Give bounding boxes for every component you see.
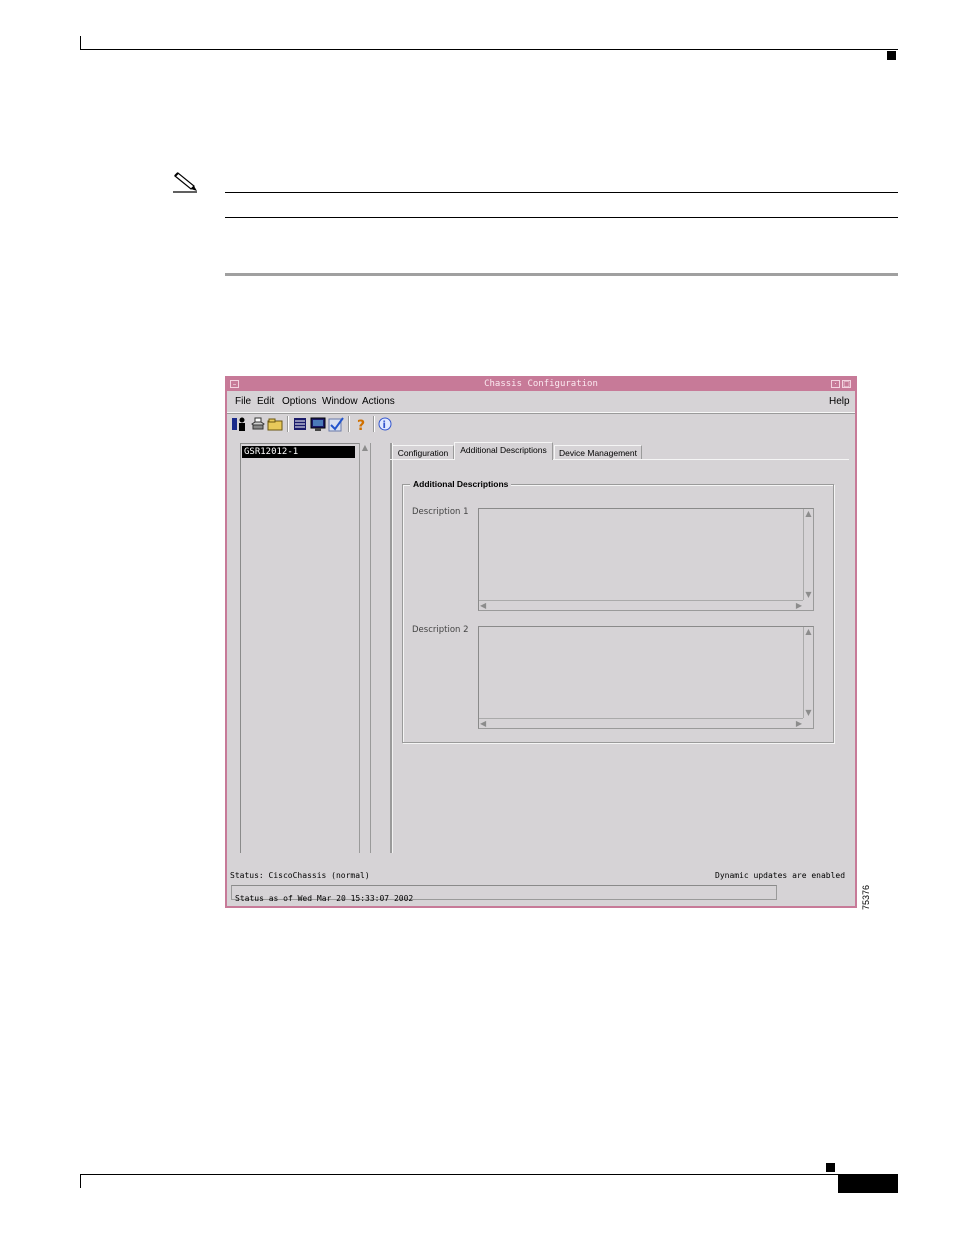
monitor-icon[interactable] [310, 416, 326, 432]
tree-item-selected[interactable]: GSR12012-1 [242, 446, 355, 458]
header-rule-tick [80, 36, 81, 50]
minimize-icon[interactable]: · [831, 380, 840, 388]
status-timestamp-field: Status as of Wed Mar 20 15:33:07 2002 [231, 885, 777, 903]
menu-options[interactable]: Options [282, 395, 316, 409]
scroll-left-icon[interactable]: ◀ [480, 601, 486, 611]
menu-separator [227, 412, 855, 414]
description2-field[interactable]: ▲ ▼ ◀ ▶ [478, 626, 814, 729]
note-rule-top [225, 192, 898, 193]
header-rule [80, 49, 898, 50]
menu-bar: File Edit Options Window Actions Help [227, 392, 855, 412]
footer-page-block [838, 1175, 898, 1193]
menu-window[interactable]: Window [322, 395, 358, 409]
scroll-down-icon[interactable]: ▼ [804, 708, 813, 718]
scroll-up-icon[interactable]: ▲ [804, 509, 813, 519]
group-title: Additional Descriptions [410, 478, 512, 490]
description1-hscroll[interactable]: ◀ ▶ [479, 600, 803, 610]
step-rule [225, 273, 898, 276]
scroll-down-icon[interactable]: ▼ [804, 590, 813, 600]
tab-configuration[interactable]: Configuration [392, 445, 454, 459]
question-icon[interactable]: ? [353, 416, 369, 432]
list-icon[interactable] [292, 416, 308, 432]
status-state: Status: CiscoChassis (normal) [230, 871, 370, 880]
tree-scrollbar[interactable]: ▲ [359, 443, 371, 853]
description1-field[interactable]: ▲ ▼ ◀ ▶ [478, 508, 814, 611]
svg-text:?: ? [357, 418, 365, 432]
note-rule-bottom [225, 217, 898, 218]
chassis-tree[interactable] [240, 443, 359, 853]
description1-label: Description 1 [412, 507, 469, 517]
menu-actions[interactable]: Actions [362, 395, 395, 409]
printer-icon[interactable] [250, 416, 266, 432]
tab-additional-descriptions[interactable]: Additional Descriptions [454, 442, 553, 460]
header-marker [887, 51, 896, 60]
footer-rule-tick [80, 1175, 81, 1188]
info-icon[interactable]: i [377, 416, 393, 432]
status-timestamp: Status as of Wed Mar 20 15:33:07 2002 [235, 894, 414, 903]
window-title: Chassis Configuration [484, 379, 598, 389]
folder-icon[interactable] [267, 416, 283, 432]
checkmark-icon[interactable] [328, 416, 344, 432]
toolbar-separator [348, 416, 350, 432]
menu-help[interactable]: Help [829, 395, 850, 409]
note-pencil-icon [173, 172, 197, 193]
figure-id: 75376 [861, 876, 871, 910]
scroll-left-icon[interactable]: ◀ [480, 719, 486, 729]
footer-rule [80, 1174, 898, 1175]
toolbar-separator [287, 416, 289, 432]
maximize-icon[interactable]: □ [842, 380, 851, 388]
tab-device-management[interactable]: Device Management [554, 445, 642, 459]
footer-marker [826, 1163, 835, 1172]
description1-vscroll[interactable]: ▲ ▼ [803, 509, 813, 600]
scroll-right-icon[interactable]: ▶ [796, 719, 802, 729]
scroll-up-icon[interactable]: ▲ [804, 627, 813, 637]
description2-hscroll[interactable]: ◀ ▶ [479, 718, 803, 728]
menu-edit[interactable]: Edit [257, 395, 274, 409]
description2-vscroll[interactable]: ▲ ▼ [803, 627, 813, 718]
scroll-right-icon[interactable]: ▶ [796, 601, 802, 611]
menu-file[interactable]: File [235, 395, 251, 409]
figure-id-text: 75376 [861, 884, 871, 910]
toolbar-separator [373, 416, 375, 432]
svg-text:i: i [383, 420, 386, 431]
chassis-configuration-window: – Chassis Configuration · □ File Edit Op… [225, 376, 857, 908]
description2-label: Description 2 [412, 625, 469, 635]
scroll-up-icon[interactable]: ▲ [360, 443, 370, 453]
status-updates: Dynamic updates are enabled [715, 871, 846, 880]
users-icon[interactable] [231, 416, 247, 432]
pane-splitter[interactable] [390, 443, 393, 853]
